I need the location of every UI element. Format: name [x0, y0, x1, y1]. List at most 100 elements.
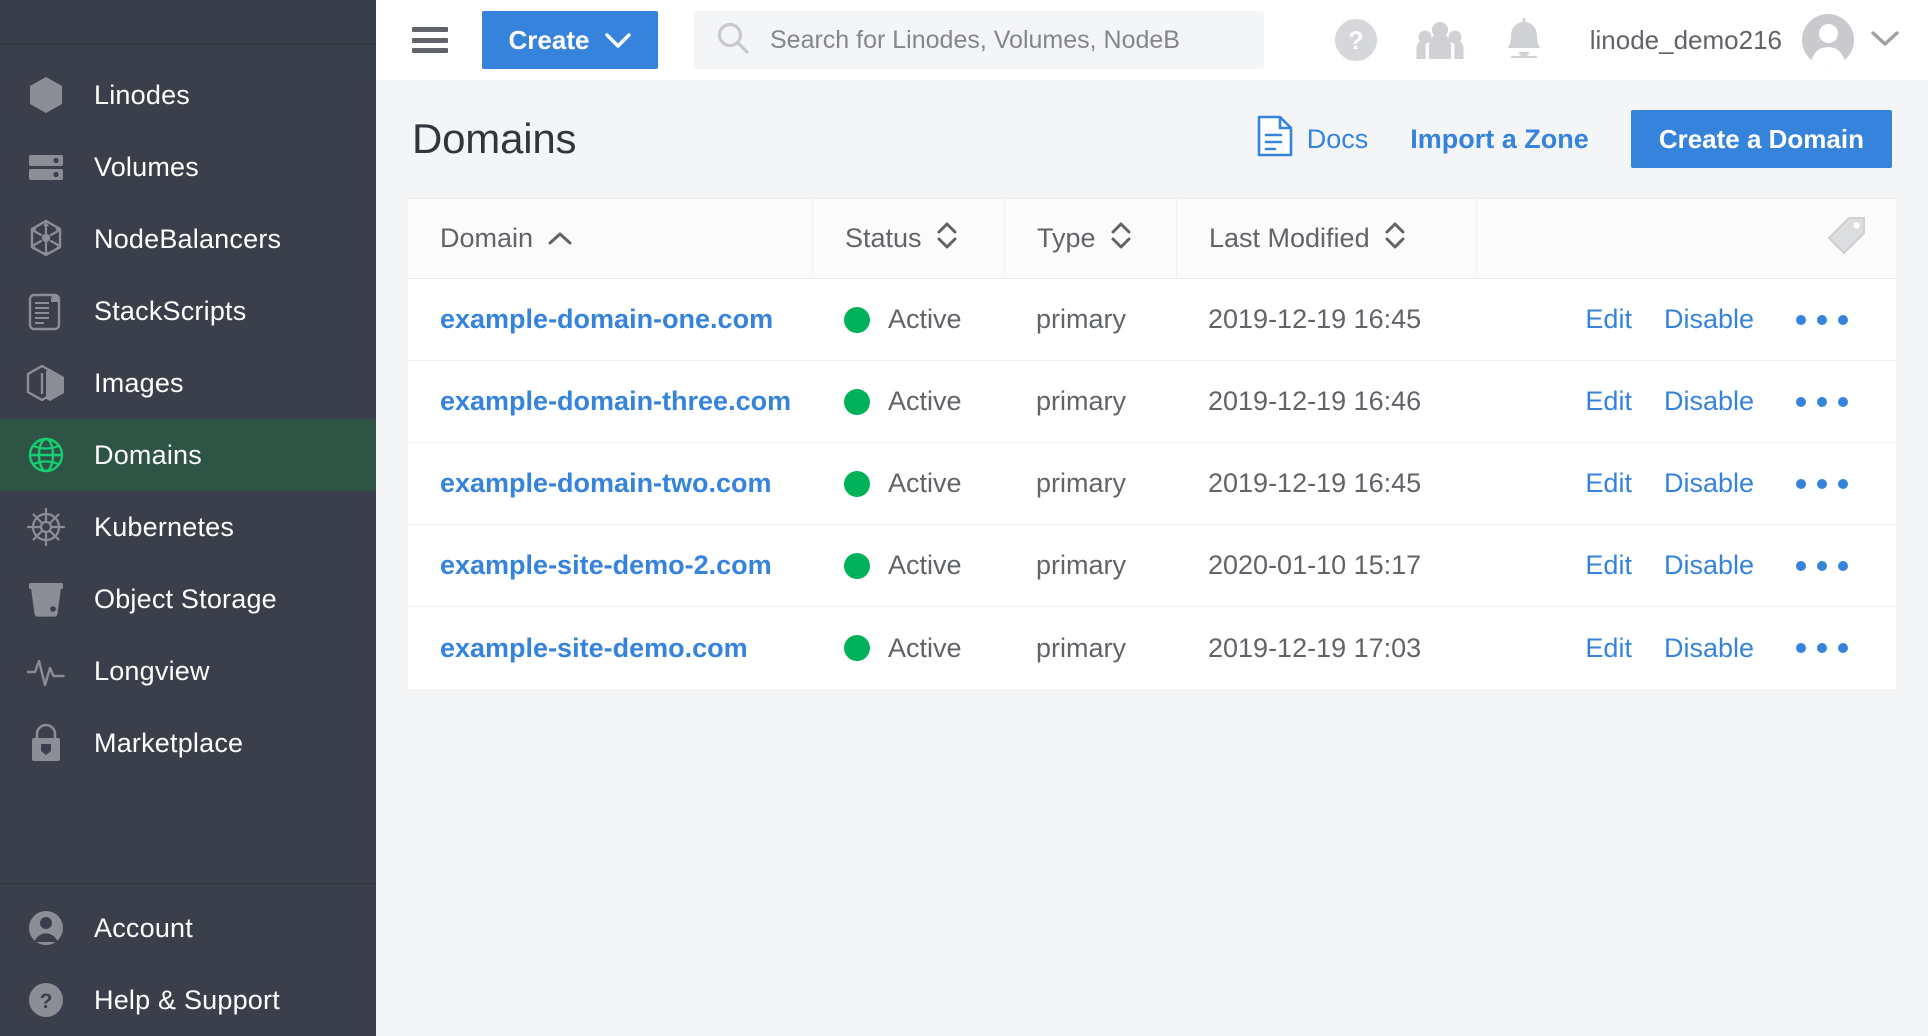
kebab-menu-icon[interactable] [1770, 469, 1868, 499]
cell-status: Active [812, 279, 1004, 361]
sidebar-item-volumes[interactable]: Volumes [0, 131, 376, 203]
cell-last-modified: 2020-01-10 15:17 [1176, 525, 1476, 607]
column-header-last-modified[interactable]: Last Modified [1176, 199, 1476, 279]
table-body: example-domain-one.comActiveprimary2019-… [408, 279, 1896, 689]
chevron-down-icon [1870, 29, 1900, 52]
domain-link[interactable]: example-domain-one.com [440, 304, 773, 335]
edit-link[interactable]: Edit [1569, 633, 1648, 664]
search-box[interactable] [694, 11, 1264, 69]
table-row[interactable]: example-site-demo-2.comActiveprimary2020… [408, 525, 1896, 607]
disable-link[interactable]: Disable [1648, 386, 1770, 417]
search-icon [716, 21, 750, 60]
import-zone-link[interactable]: Import a Zone [1410, 124, 1589, 155]
cell-type: primary [1004, 525, 1176, 607]
edit-link[interactable]: Edit [1569, 386, 1648, 417]
hexagon-icon [24, 73, 68, 117]
cell-domain: example-domain-three.com [408, 361, 812, 443]
docs-label: Docs [1307, 124, 1369, 155]
column-header-type[interactable]: Type [1004, 199, 1176, 279]
status-label: Active [888, 633, 962, 664]
kebab-menu-icon[interactable] [1770, 305, 1868, 335]
disable-link[interactable]: Disable [1648, 550, 1770, 581]
table-row[interactable]: example-site-demo.com Active primary2019-1… [408, 607, 1896, 689]
cell-actions: EditDisable [1476, 361, 1896, 443]
sidebar-item-label: Account [94, 913, 193, 944]
column-header-status-label: Status [845, 223, 922, 254]
cell-actions: EditDisable [1476, 279, 1896, 361]
help-icon[interactable]: ? [1328, 12, 1384, 68]
sidebar-item-help-support[interactable]: ?Help & Support [0, 964, 376, 1036]
table-row[interactable]: example-domain-two.comActiveprimary2019-… [408, 443, 1896, 525]
cell-last-modified: 2019-12-19 16:45 [1176, 279, 1476, 361]
cell-type: primary [1004, 279, 1176, 361]
edit-link[interactable]: Edit [1569, 550, 1648, 581]
volume-icon [24, 145, 68, 189]
sidebar-item-object-storage[interactable]: Object Storage [0, 563, 376, 635]
notifications-bell-icon[interactable] [1496, 12, 1552, 68]
globe-icon [24, 433, 68, 477]
sidebar-logo-band [0, 0, 376, 45]
sidebar-item-linodes[interactable]: Linodes [0, 59, 376, 131]
sort-ascending-icon [547, 223, 573, 254]
kebab-menu-icon[interactable] [1770, 551, 1868, 581]
pulse-icon [24, 649, 68, 693]
user-menu-button[interactable] [1802, 14, 1900, 66]
table-row[interactable]: example-domain-three.comActiveprimary201… [408, 361, 1896, 443]
type-label: primary [1036, 550, 1126, 581]
table-row[interactable]: example-domain-one.com Activeprimary2019-… [408, 279, 1896, 361]
kubernetes-helm-icon [24, 505, 68, 549]
sidebar-item-label: Domains [94, 440, 202, 471]
sidebar-item-images[interactable]: Images [0, 347, 376, 419]
community-icon[interactable] [1412, 12, 1468, 68]
sidebar-item-nodebalancers[interactable]: NodeBalancers [0, 203, 376, 275]
domain-link[interactable]: example-site-demo.com [440, 633, 748, 664]
svg-text:?: ? [40, 990, 53, 1013]
disable-link[interactable]: Disable [1648, 633, 1770, 664]
sidebar-item-kubernetes[interactable]: Kubernetes [0, 491, 376, 563]
column-header-domain[interactable]: Domain [408, 199, 812, 279]
search-input[interactable] [770, 26, 1210, 55]
kebab-menu-icon[interactable] [1770, 387, 1868, 417]
edit-link[interactable]: Edit [1569, 304, 1648, 335]
cell-actions: EditDisable [1476, 607, 1896, 689]
domain-link[interactable]: example-domain-three.com [440, 386, 791, 417]
cell-domain: example-domain-one.com [408, 279, 812, 361]
cell-actions: EditDisable [1476, 525, 1896, 607]
cell-last-modified: 2019-12-19 17:03 [1176, 607, 1476, 689]
status-dot-icon [844, 635, 870, 661]
cell-type: primary [1004, 607, 1176, 689]
sidebar-item-domains[interactable]: Domains [0, 419, 376, 491]
domains-table: Domain Status [408, 198, 1896, 689]
sidebar-item-stackscripts[interactable]: StackScripts [0, 275, 376, 347]
docs-link[interactable]: Docs [1257, 115, 1369, 164]
sidebar-item-marketplace[interactable]: Marketplace [0, 707, 376, 779]
images-icon [24, 361, 68, 405]
create-domain-button[interactable]: Create a Domain [1631, 110, 1892, 168]
domain-link[interactable]: example-domain-two.com [440, 468, 772, 499]
kebab-menu-icon[interactable] [1770, 633, 1868, 663]
page-header: Domains Docs Import a Zone [408, 80, 1896, 198]
document-icon [1257, 115, 1293, 164]
app-root: LinodesVolumesNodeBalancersStackScriptsI… [0, 0, 1928, 1036]
table-header-row: Domain Status [408, 199, 1896, 279]
column-header-tags[interactable] [1476, 199, 1896, 279]
sidebar-item-account[interactable]: Account [0, 892, 376, 964]
cell-type: primary [1004, 443, 1176, 525]
disable-link[interactable]: Disable [1648, 468, 1770, 499]
domain-link[interactable]: example-site-demo-2.com [440, 550, 772, 581]
column-header-status[interactable]: Status [812, 199, 1004, 279]
last-modified-label: 2019-12-19 16:45 [1208, 468, 1421, 499]
username-label: linode_demo216 [1590, 25, 1782, 56]
status-dot-icon [844, 471, 870, 497]
create-button[interactable]: Create [482, 11, 658, 69]
edit-link[interactable]: Edit [1569, 468, 1648, 499]
sidebar: LinodesVolumesNodeBalancersStackScriptsI… [0, 0, 376, 1036]
nodebalancer-icon [24, 217, 68, 261]
sidebar-item-label: Kubernetes [94, 512, 234, 543]
bucket-icon [24, 577, 68, 621]
disable-link[interactable]: Disable [1648, 304, 1770, 335]
hamburger-icon[interactable] [412, 27, 448, 53]
sidebar-item-label: Object Storage [94, 584, 277, 615]
sidebar-item-longview[interactable]: Longview [0, 635, 376, 707]
type-label: primary [1036, 468, 1126, 499]
